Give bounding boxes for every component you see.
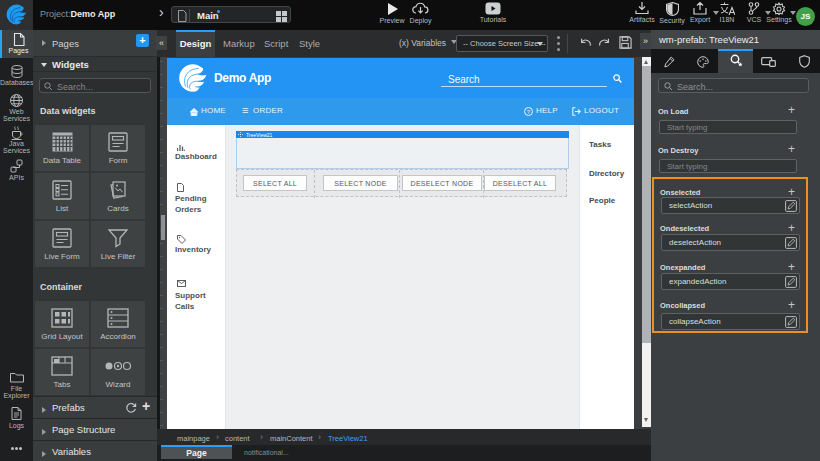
svg-text:?: ?	[527, 109, 531, 115]
